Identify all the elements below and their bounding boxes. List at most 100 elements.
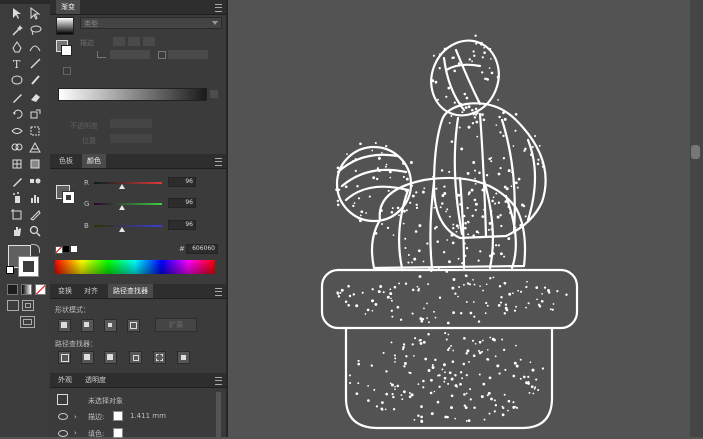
fill-stroke-mini-stroke-icon[interactable]	[61, 45, 72, 56]
reverse-gradient-icon[interactable]	[63, 67, 71, 75]
tab-pathfinder[interactable]: 路径查找器	[108, 284, 153, 298]
free-transform-icon[interactable]	[28, 124, 42, 138]
tab-appearance[interactable]: 外观	[53, 373, 77, 387]
color-mode-icon[interactable]	[7, 284, 18, 295]
opacity-input[interactable]	[110, 119, 152, 128]
minus-back-button[interactable]	[177, 351, 190, 364]
gradient-type-select[interactable]: 类型	[80, 17, 222, 29]
rotate-icon[interactable]	[10, 107, 24, 121]
stroke-mode-button-3[interactable]	[143, 37, 155, 46]
appearance-stroke-swatch[interactable]	[113, 411, 123, 421]
angle-input[interactable]	[110, 50, 150, 59]
gradient-icon[interactable]	[28, 157, 42, 171]
appearance-stroke-weight[interactable]: 1.411 mm	[130, 412, 166, 420]
tab-align[interactable]: 对齐	[79, 284, 103, 298]
tab-transform[interactable]: 变换	[53, 284, 77, 298]
eyedropper-icon[interactable]	[10, 174, 24, 188]
green-value-input[interactable]: 96	[168, 198, 196, 208]
red-slider[interactable]	[94, 182, 162, 184]
slice-icon[interactable]	[28, 208, 42, 222]
aspect-ratio-input[interactable]	[168, 50, 208, 59]
blue-slider-knob[interactable]	[119, 227, 125, 232]
merge-button[interactable]	[104, 351, 117, 364]
tab-gradient[interactable]: 渐变	[56, 0, 80, 14]
blend-icon[interactable]	[28, 174, 42, 188]
tab-transparency[interactable]: 透明度	[80, 373, 111, 387]
draw-mode-icon[interactable]	[7, 300, 19, 311]
stroke-mode-button-2[interactable]	[128, 37, 140, 46]
ellipse-tool-icon[interactable]	[10, 73, 24, 87]
visibility-eye-icon[interactable]	[58, 413, 68, 420]
mesh-icon[interactable]	[10, 157, 24, 171]
green-slider[interactable]	[94, 203, 162, 205]
paintbrush-icon[interactable]	[28, 73, 42, 87]
default-colors-icon[interactable]	[6, 266, 14, 274]
curvature-tool-icon[interactable]	[28, 40, 42, 54]
blue-slider[interactable]	[94, 225, 162, 227]
artboard-canvas[interactable]	[228, 0, 690, 437]
exclude-button[interactable]	[127, 319, 140, 332]
color-spectrum[interactable]	[55, 260, 215, 274]
outline-button[interactable]	[153, 351, 166, 364]
red-value-input[interactable]: 96	[168, 177, 196, 187]
expand-button[interactable]: 扩展	[155, 318, 197, 332]
pathfinder-panel-menu-icon[interactable]	[215, 288, 222, 296]
gradient-mode-icon[interactable]	[21, 284, 32, 295]
gradient-slider[interactable]	[58, 88, 207, 101]
visibility-eye-icon-fill[interactable]	[58, 430, 68, 437]
expand-arrow-icon[interactable]: ›	[74, 413, 77, 421]
width-tool-icon[interactable]	[10, 124, 24, 138]
stroke-mode-button-1[interactable]	[113, 37, 125, 46]
shape-builder-icon[interactable]	[10, 140, 24, 154]
symbol-sprayer-icon[interactable]	[10, 191, 24, 205]
delete-stop-icon[interactable]	[210, 90, 218, 98]
color-panel-menu-icon[interactable]	[215, 158, 222, 166]
minus-front-button[interactable]	[81, 319, 94, 332]
panel-menu-icon[interactable]	[215, 4, 222, 12]
perspective-grid-icon[interactable]	[28, 140, 42, 154]
appearance-panel-menu-icon[interactable]	[215, 377, 222, 385]
intersect-button[interactable]	[104, 319, 117, 332]
artboard-icon[interactable]	[10, 208, 24, 222]
screen-mode-icon[interactable]	[20, 316, 35, 328]
crop-button[interactable]	[129, 351, 142, 364]
color-stroke-swatch[interactable]	[62, 191, 75, 204]
red-slider-knob[interactable]	[119, 184, 125, 189]
draw-mode-inside-icon[interactable]	[22, 300, 34, 311]
divide-button[interactable]	[58, 351, 71, 364]
white-color-chip[interactable]	[71, 246, 77, 252]
zoom-icon[interactable]	[28, 224, 42, 238]
cactus-artwork[interactable]	[228, 0, 690, 437]
line-tool-icon[interactable]	[28, 56, 42, 70]
pencil-icon[interactable]	[10, 90, 24, 104]
stroke-swatch[interactable]	[18, 256, 39, 277]
expand-arrow-icon-fill[interactable]: ›	[74, 429, 77, 437]
toolbar-grip[interactable]	[0, 0, 50, 4]
tab-swatches[interactable]: 色板	[54, 154, 78, 168]
green-slider-knob[interactable]	[119, 205, 125, 210]
scrollbar-thumb[interactable]	[691, 145, 700, 159]
vertical-scrollbar[interactable]	[690, 0, 703, 437]
lasso-icon[interactable]	[28, 23, 42, 37]
black-color-chip[interactable]	[63, 246, 69, 252]
eraser-icon[interactable]	[28, 90, 42, 104]
direct-selection-tool-icon[interactable]	[28, 6, 42, 20]
pen-tool-icon[interactable]	[10, 40, 24, 54]
scale-icon[interactable]	[28, 107, 42, 121]
selection-tool-icon[interactable]	[10, 6, 24, 20]
unite-button[interactable]	[58, 319, 71, 332]
hex-value-input[interactable]: 606060	[186, 244, 218, 254]
tab-color[interactable]: 颜色	[82, 154, 106, 168]
none-mode-icon[interactable]	[35, 284, 46, 295]
blue-value-input[interactable]: 96	[168, 220, 196, 230]
trim-button[interactable]	[81, 351, 94, 364]
swap-fill-stroke-icon[interactable]	[31, 244, 40, 253]
gradient-thumbnail[interactable]	[56, 17, 74, 35]
hand-icon[interactable]	[10, 224, 24, 238]
panel-scrollbar[interactable]	[216, 392, 221, 437]
none-color-icon[interactable]	[55, 246, 63, 254]
magic-wand-icon[interactable]	[10, 23, 24, 37]
type-tool-icon[interactable]: T	[10, 56, 24, 70]
location-input[interactable]	[110, 134, 152, 143]
column-graph-icon[interactable]	[28, 191, 42, 205]
